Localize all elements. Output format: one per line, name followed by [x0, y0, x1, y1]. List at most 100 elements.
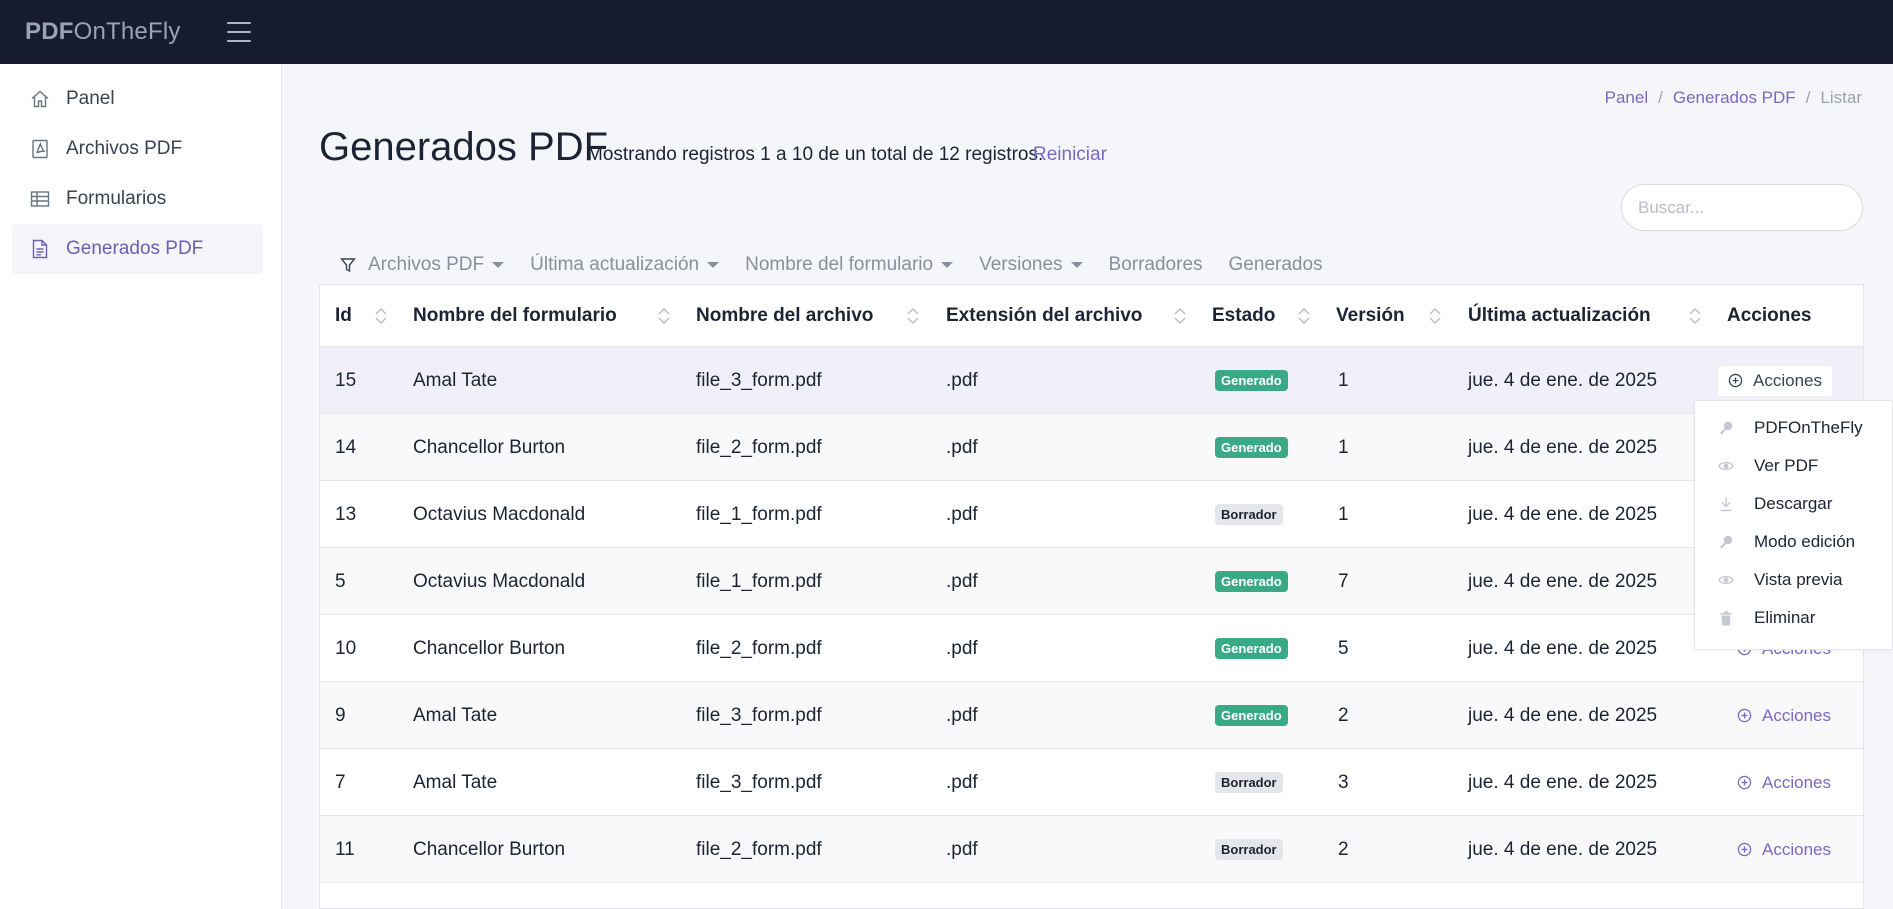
status-badge: Generado [1215, 638, 1288, 659]
cell-file-name: file_3_form.pdf [696, 369, 822, 391]
reset-link[interactable]: Reiniciar [1033, 144, 1107, 166]
filter-ultima-actualizacion[interactable]: Última actualización [530, 254, 720, 276]
header-form-name[interactable]: Nombre del formulario [413, 285, 617, 347]
table-row[interactable]: 5 Octavius Macdonald file_1_form.pdf .pdf 7 j… [320, 548, 1863, 615]
filter-label: Generados [1228, 254, 1323, 275]
actions-button[interactable]: Acciones [1737, 840, 1831, 860]
cell-form-name: Amal Tate [413, 369, 498, 391]
cell-file-name: file_2_form.pdf [696, 436, 822, 458]
menu-item-pdfonthefly[interactable]: PDFOnTheFly [1695, 409, 1893, 447]
cell-form-name: Octavius Macdonald [413, 503, 586, 525]
cell-status: Generado [1215, 548, 1288, 615]
table-row[interactable]: 10 Chancellor Burton file_2_form.pdf .pdf 5 j… [320, 615, 1863, 682]
actions-dropdown-menu: PDFOnTheFly Ver PDF Descargar Modo edici… [1694, 400, 1893, 650]
brand-logo[interactable]: PDFOnTheFly [25, 18, 181, 46]
cell-updated: jue. 4 de ene. de 2025 [1468, 570, 1658, 592]
filter-versiones[interactable]: Versiones [979, 254, 1083, 276]
filter-nombre-formulario[interactable]: Nombre del formulario [745, 254, 954, 276]
header-file-name[interactable]: Nombre del archivo [696, 285, 873, 347]
header-version[interactable]: Versión [1336, 285, 1405, 347]
sort-icon[interactable] [1428, 305, 1442, 327]
filter-label: Archivos PDF [368, 254, 485, 275]
menu-item-ver-pdf[interactable]: Ver PDF [1695, 447, 1893, 485]
sort-icon[interactable] [1173, 305, 1187, 327]
table-row[interactable]: 9 Amal Tate file_3_form.pdf .pdf 2 jue. 4 de … [320, 682, 1863, 749]
cell-status: Generado [1215, 347, 1288, 414]
caret-down-icon [1070, 262, 1083, 268]
filter-label: Versiones [979, 254, 1063, 275]
wrench-icon [1718, 420, 1734, 436]
cell-extension: .pdf [946, 704, 978, 726]
pdf-file-icon [29, 138, 51, 160]
actions-button[interactable]: Acciones [1737, 773, 1831, 793]
sort-icon[interactable] [1297, 305, 1311, 327]
header-file-extension[interactable]: Extensión del archivo [946, 285, 1142, 347]
actions-button[interactable]: Acciones [1737, 706, 1831, 726]
menu-item-eliminar[interactable]: Eliminar [1695, 599, 1893, 637]
menu-item-label: PDFOnTheFly [1754, 418, 1863, 437]
search-input[interactable] [1621, 184, 1863, 231]
sidebar-item-formularios[interactable]: Formularios [12, 174, 263, 224]
table-row[interactable]: 7 Amal Tate file_3_form.pdf .pdf 3 jue. 4 de … [320, 749, 1863, 816]
plus-circle-icon [1737, 708, 1757, 723]
cell-file-name: file_1_form.pdf [696, 503, 822, 525]
cell-updated: jue. 4 de ene. de 2025 [1468, 369, 1658, 391]
cell-extension: .pdf [946, 838, 978, 860]
status-badge: Generado [1215, 571, 1288, 592]
cell-form-name: Amal Tate [413, 704, 498, 726]
table-row[interactable]: 14 Chancellor Burton file_2_form.pdf .pdf 1 j… [320, 414, 1863, 481]
cell-file-name: file_3_form.pdf [696, 704, 822, 726]
cell-extension: .pdf [946, 771, 978, 793]
sidebar-item-generados-pdf[interactable]: Generados PDF [12, 224, 263, 274]
sort-icon[interactable] [374, 305, 388, 327]
table-row[interactable]: 11 Chancellor Burton file_2_form.pdf .pdf 2 j… [320, 816, 1863, 883]
table-icon [29, 188, 51, 210]
menu-toggle-icon[interactable] [226, 22, 251, 42]
sort-icon[interactable] [906, 305, 920, 327]
table-row[interactable]: 15 Amal Tate file_3_form.pdf .pdf 1 jue. 4 de… [320, 347, 1863, 414]
breadcrumb-separator: / [1805, 88, 1811, 107]
cell-version: 5 [1338, 637, 1349, 659]
cell-id: 5 [335, 570, 346, 592]
breadcrumb-panel[interactable]: Panel [1605, 88, 1648, 108]
cell-updated: jue. 4 de ene. de 2025 [1468, 436, 1658, 458]
status-badge: Borrador [1215, 839, 1283, 860]
menu-item-descargar[interactable]: Descargar [1695, 485, 1893, 523]
filter-archivos-pdf[interactable]: Archivos PDF [368, 254, 505, 276]
sidebar-item-panel[interactable]: Panel [12, 74, 263, 124]
menu-item-label: Vista previa [1754, 570, 1843, 589]
actions-label: Acciones [1762, 705, 1831, 725]
cell-form-name: Amal Tate [413, 771, 498, 793]
cell-status: Generado [1215, 414, 1288, 481]
breadcrumb-generados[interactable]: Generados PDF [1673, 88, 1796, 108]
cell-form-name: Chancellor Burton [413, 637, 566, 659]
menu-item-modo-edicion[interactable]: Modo edición [1695, 523, 1893, 561]
sort-icon[interactable] [1688, 305, 1702, 327]
sidebar-item-label: Archivos PDF [66, 138, 183, 159]
table-row[interactable]: 13 Octavius Macdonald file_1_form.pdf .pdf 1… [320, 481, 1863, 548]
cell-status: Generado [1215, 682, 1288, 749]
filter-borradores[interactable]: Borradores [1109, 254, 1203, 276]
menu-item-vista-previa[interactable]: Vista previa [1695, 561, 1893, 599]
header-updated[interactable]: Última actualización [1468, 285, 1651, 347]
cell-version: 2 [1338, 838, 1349, 860]
actions-label: Acciones [1762, 839, 1831, 859]
eye-icon [1718, 572, 1734, 588]
filter-generados[interactable]: Generados [1229, 254, 1323, 276]
page-title: Generados PDF [319, 125, 609, 169]
cell-id: 11 [335, 838, 355, 860]
header-status[interactable]: Estado [1212, 285, 1275, 347]
plus-circle-icon [1737, 775, 1757, 790]
sort-icon[interactable] [657, 305, 671, 327]
breadcrumb-current: Listar [1820, 88, 1862, 107]
cell-updated: jue. 4 de ene. de 2025 [1468, 503, 1658, 525]
breadcrumb: Panel / Generados PDF / Listar [1605, 88, 1862, 108]
header-id[interactable]: Id [335, 285, 352, 347]
cell-extension: .pdf [946, 436, 978, 458]
sidebar-item-archivos-pdf[interactable]: Archivos PDF [12, 124, 263, 174]
caret-down-icon [941, 262, 954, 268]
actions-button[interactable]: Acciones [1717, 364, 1833, 397]
cell-status: Borrador [1215, 749, 1283, 816]
records-summary: Mostrando registros 1 a 10 de un total d… [587, 144, 1044, 165]
cell-file-name: file_1_form.pdf [696, 570, 822, 592]
